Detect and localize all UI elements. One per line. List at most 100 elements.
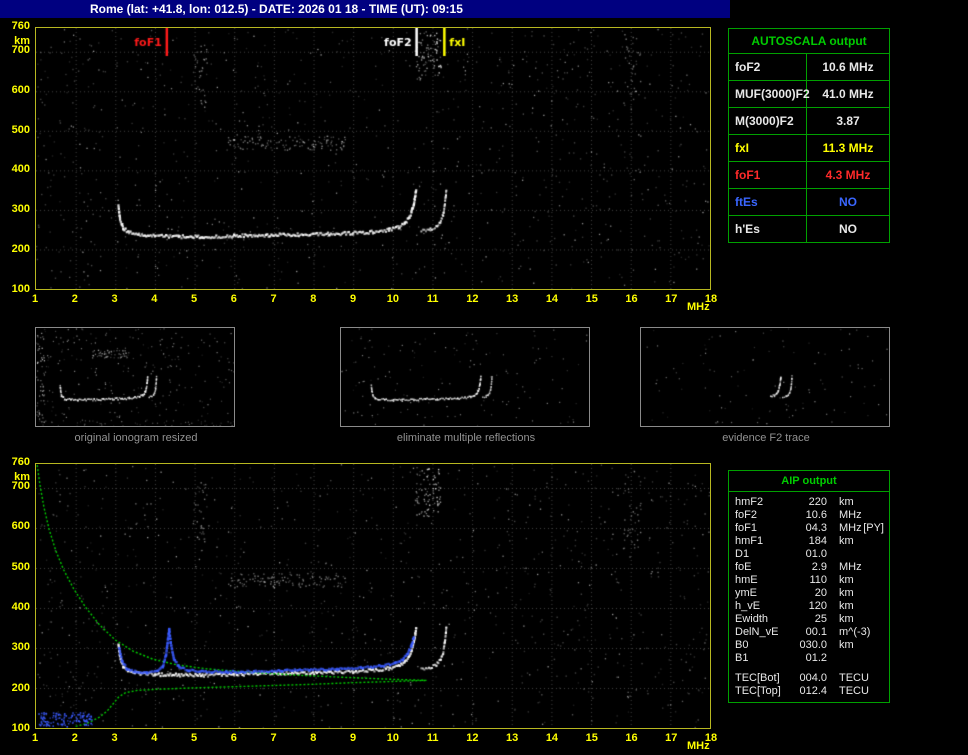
y-tick-label: 500 — [11, 560, 30, 573]
aip-param-unit: km — [839, 535, 854, 547]
autoscala-param-label: M(3000)F2 — [729, 108, 807, 134]
aip-row: foF1 04.3 MHz [PY] — [729, 522, 889, 535]
x-tick-label: 1 — [31, 293, 39, 305]
autoscala-param-label: h'Es — [729, 216, 807, 242]
autoscala-output-table: AUTOSCALA output foF2 10.6 MHz MUF(3000)… — [728, 28, 890, 243]
aip-row: Ewidth 25 km — [729, 613, 889, 626]
autoscala-param-label: ftEs — [729, 189, 807, 215]
x-tick-label: 4 — [151, 732, 158, 744]
aip-param-unit: km — [839, 587, 854, 599]
x-tick-label: 5 — [190, 732, 198, 744]
y-tick-label: 100 — [11, 283, 30, 295]
aip-param-unit: km — [839, 496, 854, 508]
y-tick-label: 400 — [11, 163, 30, 176]
x-axis-unit-label: MHz — [687, 301, 710, 313]
x-tick-label: 2 — [71, 732, 78, 744]
x-tick-label: 12 — [466, 293, 479, 305]
y-tick-label: 600 — [11, 83, 30, 96]
x-tick-label: 9 — [350, 732, 357, 744]
x-tick-label: 13 — [506, 293, 519, 305]
aip-param-name: B1 — [735, 652, 749, 664]
x-tick-label: 15 — [585, 732, 598, 744]
aip-param-value: 012.4 — [799, 685, 827, 697]
aip-param-unit: MHz — [839, 561, 862, 573]
y-tick-label: 200 — [11, 243, 30, 256]
y-tick-label: 760 — [11, 20, 30, 32]
x-tick-label: 4 — [151, 293, 158, 305]
panel-caption-original: original ionogram resized — [74, 432, 198, 444]
aip-table-body: hmF2 220 km foF2 10.6 MHz foF1 04.3 MHz … — [729, 496, 889, 665]
y-tick-label: 300 — [11, 203, 30, 216]
aip-param-name: foF2 — [735, 509, 758, 521]
x-tick-label: 2 — [71, 293, 78, 305]
autoscala-param-value: NO — [839, 222, 857, 236]
x-tick-label: 8 — [310, 732, 317, 744]
aip-param-note: [PY] — [863, 522, 884, 534]
x-tick-label: 11 — [426, 293, 439, 305]
autoscala-row: ftEs NO — [729, 188, 889, 215]
aip-param-value: 01.2 — [805, 652, 827, 664]
panel-caption-eliminate: eliminate multiple reflections — [396, 432, 536, 444]
autoscala-row: foF2 10.6 MHz — [729, 54, 889, 80]
aip-param-name: hmE — [735, 574, 758, 586]
autoscala-row: foF1 4.3 MHz — [729, 161, 889, 188]
x-tick-label: 16 — [625, 732, 638, 744]
x-tick-label: 16 — [625, 293, 638, 305]
aip-param-value: 01.0 — [805, 548, 827, 560]
panel-original-ionogram — [35, 327, 235, 427]
ionogram-plot-bottom — [35, 463, 711, 729]
x-tick-label: 11 — [426, 732, 439, 744]
x-tick-label: 10 — [386, 732, 399, 744]
aip-param-name: foF1 — [735, 522, 758, 534]
x-axis-unit-label: MHz — [687, 740, 710, 752]
x-tick-label: 17 — [665, 293, 678, 305]
aip-row: foF2 10.6 MHz — [729, 509, 889, 522]
aip-param-value: 030.0 — [799, 639, 827, 651]
x-tick-label: 17 — [665, 732, 678, 744]
autoscala-param-value: 41.0 MHz — [822, 87, 874, 101]
panel-eliminate-reflections — [340, 327, 590, 427]
y-tick-label: 100 — [11, 722, 30, 734]
aip-row: B1 01.2 — [729, 652, 889, 665]
y-tick-label: 400 — [11, 601, 30, 614]
aip-param-name: foE — [735, 561, 752, 573]
aip-param-unit: km — [839, 574, 854, 586]
aip-param-unit: TECU — [839, 685, 869, 697]
aip-param-value: 2.9 — [811, 561, 827, 573]
aip-row: foE 2.9 MHz — [729, 561, 889, 574]
x-tick-label: 14 — [545, 732, 559, 744]
aip-tec-rows: TEC[Bot] 004.0 TECU TEC[Top] 012.4 TECU — [729, 672, 889, 698]
station-date-time-title: Rome (lat: +41.8, lon: 012.5) - DATE: 20… — [90, 2, 463, 16]
aip-param-value: 120 — [808, 600, 827, 612]
x-tick-label: 8 — [310, 293, 317, 305]
y-axis-unit-label: km — [14, 471, 30, 483]
aip-param-unit: TECU — [839, 672, 869, 684]
aip-param-unit: MHz — [839, 522, 862, 534]
aip-param-value: 110 — [809, 574, 827, 586]
aip-row: hmE 110 km — [729, 574, 889, 587]
aip-row: ymE 20 km — [729, 587, 889, 600]
x-tick-label: 3 — [111, 732, 118, 744]
x-tick-label: 5 — [190, 293, 198, 305]
autoscala-app-window: Rome (lat: +41.8, lon: 012.5) - DATE: 20… — [0, 0, 968, 755]
autoscala-param-value: 3.87 — [836, 114, 860, 128]
autoscala-table-title: AUTOSCALA output — [729, 29, 889, 54]
autoscala-row: fxI 11.3 MHz — [729, 134, 889, 161]
y-tick-label: 200 — [11, 681, 30, 694]
autoscala-table-body: foF2 10.6 MHz MUF(3000)F2 41.0 MHz M(300… — [729, 54, 889, 242]
aip-param-name: TEC[Top] — [735, 685, 781, 697]
aip-param-value: 10.6 — [805, 509, 827, 521]
aip-param-value: 00.1 — [805, 626, 827, 638]
autoscala-row: MUF(3000)F2 41.0 MHz — [729, 80, 889, 107]
ionogram-plot-top — [35, 27, 711, 290]
aip-param-value: 184 — [808, 535, 827, 547]
autoscala-param-label: fxI — [729, 135, 807, 161]
x-tick-label: 3 — [111, 293, 118, 305]
original-ionogram-canvas — [36, 328, 234, 426]
aip-param-name: ymE — [735, 587, 757, 599]
eliminate-reflections-canvas — [341, 328, 589, 426]
aip-param-name: Ewidth — [735, 613, 769, 625]
autoscala-param-value: 4.3 MHz — [825, 168, 871, 182]
ionogram-canvas-bottom — [36, 464, 710, 728]
aip-row: D1 01.0 — [729, 548, 889, 561]
